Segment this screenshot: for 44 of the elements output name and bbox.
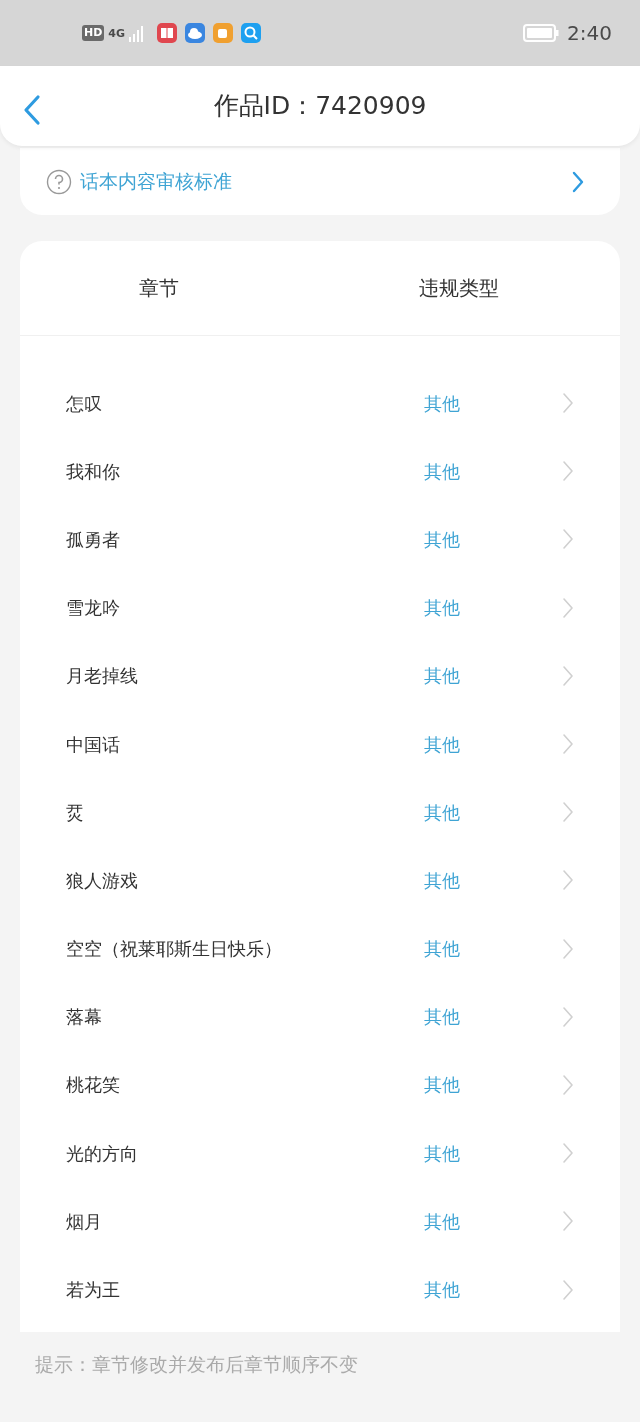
column-header: 章节 <box>138 275 180 302</box>
chapter-row[interactable]: 中国话 其他 <box>20 709 620 779</box>
help-icon <box>46 168 72 195</box>
chapter-row[interactable]: 雪龙吟 其他 <box>20 573 620 642</box>
chapter-row[interactable]: 光的方向 其他 <box>20 1119 620 1188</box>
chevron-right-icon <box>562 801 574 824</box>
chevron-right-icon <box>562 1073 574 1096</box>
chevron-right-icon <box>562 733 574 756</box>
chevron-right-icon <box>562 1210 574 1233</box>
chevron-right-icon <box>562 664 574 687</box>
chapter-row[interactable]: 我和你 其他 <box>20 437 620 506</box>
chapter-row[interactable]: 桃花笑 其他 <box>20 1050 620 1120</box>
chevron-right-icon <box>572 170 584 193</box>
cup-app-icon <box>213 23 234 43</box>
network-indicator: 4G <box>108 27 126 39</box>
chevron-right-icon <box>562 1005 574 1028</box>
chevron-right-icon <box>562 596 574 619</box>
hd-indicator: HD <box>82 25 105 41</box>
chapter-row[interactable]: 空空（祝莱耶斯生日快乐） 其他 <box>20 914 620 983</box>
chevron-right-icon <box>562 1142 574 1165</box>
page-title: 作品ID：7420909 <box>213 90 427 123</box>
battery-icon <box>523 24 560 42</box>
chevron-right-icon <box>562 460 574 483</box>
chapter-row[interactable]: 孤勇者 其他 <box>20 505 620 574</box>
chapter-row[interactable]: 落幕 其他 <box>20 982 620 1051</box>
chapter-row[interactable]: 月老掉线 其他 <box>20 641 620 710</box>
chevron-right-icon <box>562 528 574 551</box>
chevron-right-icon <box>562 1278 574 1301</box>
book-app-icon <box>157 23 178 43</box>
chapter-row[interactable]: 烟月 其他 <box>20 1187 620 1256</box>
search-app-icon <box>241 23 262 43</box>
chapter-row[interactable]: 烎 其他 <box>20 778 620 847</box>
chevron-right-icon <box>562 869 574 892</box>
status-time: 2:40 <box>567 20 612 47</box>
signal-icon <box>129 24 146 42</box>
chapter-row[interactable]: 狼人游戏 其他 <box>20 846 620 915</box>
back-button[interactable] <box>22 94 42 126</box>
column-header: 违规类型 <box>418 275 500 302</box>
chapter-row[interactable]: 若为王 其他 <box>20 1255 620 1324</box>
tip-text: 提示：章节修改并发布后章节顺序不变 <box>34 1351 359 1377</box>
chapter-row[interactable]: 怎叹 其他 <box>20 369 620 438</box>
chevron-right-icon <box>562 392 574 415</box>
cloud-app-icon <box>185 23 206 43</box>
chevron-right-icon <box>562 937 574 960</box>
